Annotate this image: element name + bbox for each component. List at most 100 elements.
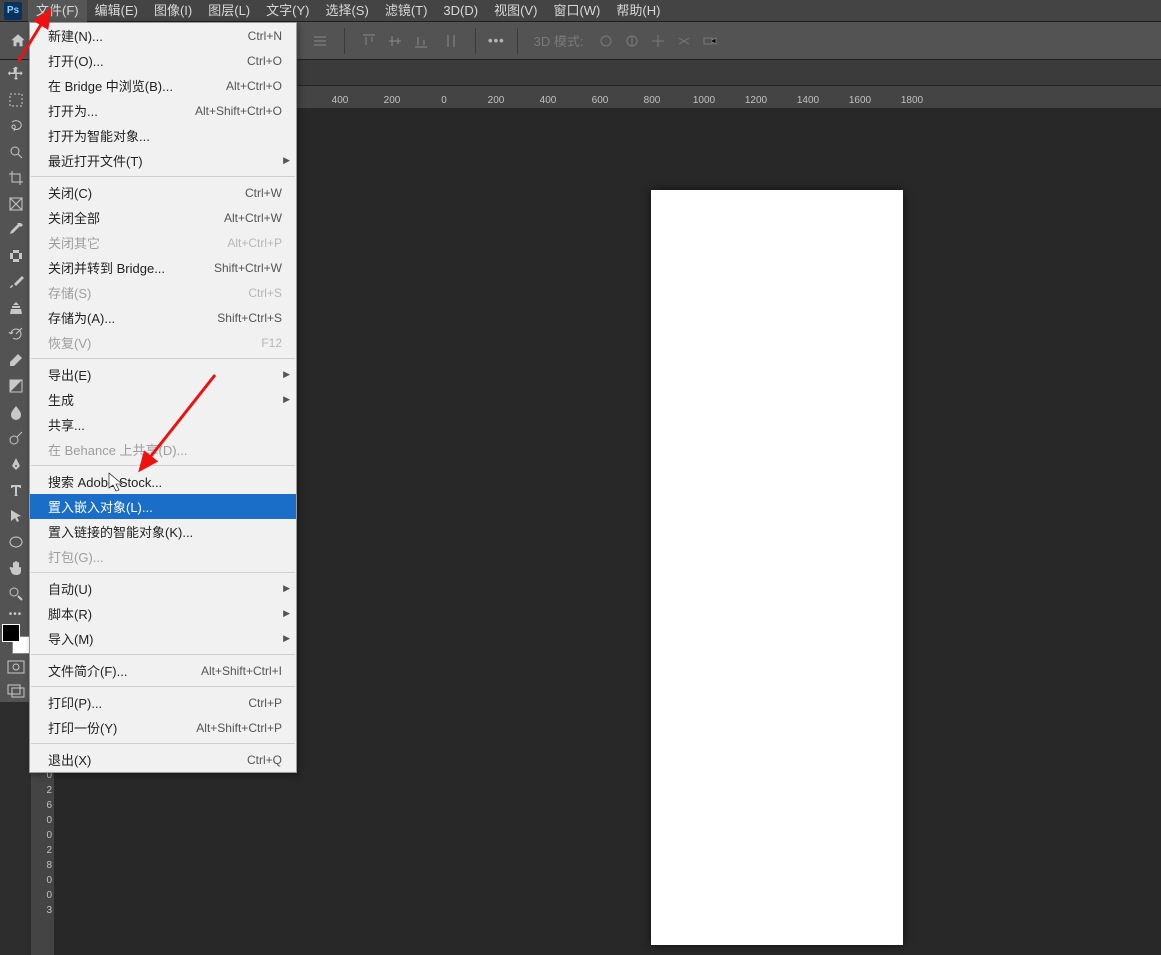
menu-item-shortcut: Alt+Shift+Ctrl+O: [195, 104, 282, 118]
menu-item-shortcut: Ctrl+N: [248, 29, 282, 43]
path-select-tool[interactable]: [3, 504, 29, 528]
menu-item[interactable]: 最近打开文件(T): [30, 148, 296, 173]
edit-toolbar-icon[interactable]: •••: [3, 608, 29, 620]
zoom-tool[interactable]: [3, 582, 29, 606]
menubar: Ps 文件(F) 编辑(E) 图像(I) 图层(L) 文字(Y) 选择(S) 滤…: [0, 0, 1161, 22]
shape-tool[interactable]: [3, 530, 29, 554]
move-tool[interactable]: [3, 62, 29, 86]
home-icon[interactable]: [6, 29, 30, 53]
dodge-tool[interactable]: [3, 426, 29, 450]
menu-item[interactable]: 导出(E): [30, 362, 296, 387]
menu-file[interactable]: 文件(F): [28, 0, 87, 22]
type-tool[interactable]: [3, 478, 29, 502]
menu-item-label: 打开为...: [48, 101, 98, 120]
menu-item-shortcut: Alt+Shift+Ctrl+I: [201, 664, 282, 678]
menu-help[interactable]: 帮助(H): [608, 0, 668, 22]
foreground-swatch[interactable]: [2, 624, 20, 642]
menu-item[interactable]: 新建(N)...Ctrl+N: [30, 23, 296, 48]
menu-item[interactable]: 置入嵌入对象(L)...: [30, 494, 296, 519]
menu-item[interactable]: 打印一份(Y)Alt+Shift+Ctrl+P: [30, 715, 296, 740]
eraser-tool[interactable]: [3, 348, 29, 372]
menu-filter[interactable]: 滤镜(T): [377, 0, 436, 22]
ruler-tick: 1200: [730, 95, 782, 108]
menu-item[interactable]: 打印(P)...Ctrl+P: [30, 690, 296, 715]
menu-item[interactable]: 关闭(C)Ctrl+W: [30, 180, 296, 205]
roll-3d-icon[interactable]: [620, 29, 644, 53]
history-brush-tool[interactable]: [3, 322, 29, 346]
ruler-tick: 0: [31, 828, 54, 843]
menu-item-shortcut: Ctrl+S: [248, 286, 282, 300]
ruler-tick: 2: [31, 843, 54, 858]
orbit-3d-icon[interactable]: [594, 29, 618, 53]
gradient-tool[interactable]: [3, 374, 29, 398]
menu-layer[interactable]: 图层(L): [200, 0, 258, 22]
mode-3d-label: 3D 模式:: [530, 31, 588, 50]
menu-view[interactable]: 视图(V): [486, 0, 545, 22]
camera-3d-icon[interactable]: [698, 29, 722, 53]
menu-item[interactable]: 存储为(A)...Shift+Ctrl+S: [30, 305, 296, 330]
quickmask-icon[interactable]: [3, 656, 29, 678]
ruler-tick: 1600: [834, 95, 886, 108]
menu-item-label: 置入链接的智能对象(K)...: [48, 522, 193, 541]
menu-item[interactable]: 打开为... Alt+Shift+Ctrl+O: [30, 98, 296, 123]
slide-3d-icon[interactable]: [672, 29, 696, 53]
distribute-v-icon[interactable]: [439, 29, 463, 53]
menu-item[interactable]: 在 Bridge 中浏览(B)...Alt+Ctrl+O: [30, 73, 296, 98]
marquee-tool[interactable]: [3, 88, 29, 112]
menu-window[interactable]: 窗口(W): [545, 0, 608, 22]
pen-tool[interactable]: [3, 452, 29, 476]
menu-item[interactable]: 打开为智能对象...: [30, 123, 296, 148]
pan-3d-icon[interactable]: [646, 29, 670, 53]
menu-item[interactable]: 退出(X)Ctrl+Q: [30, 747, 296, 772]
menu-edit[interactable]: 编辑(E): [87, 0, 146, 22]
menu-item[interactable]: 生成: [30, 387, 296, 412]
menu-item[interactable]: 关闭并转到 Bridge...Shift+Ctrl+W: [30, 255, 296, 280]
ruler-tick: 600: [574, 95, 626, 108]
distribute-icon[interactable]: [308, 29, 332, 53]
frame-tool[interactable]: [3, 192, 29, 216]
blur-tool[interactable]: [3, 400, 29, 424]
menu-item[interactable]: 文件简介(F)...Alt+Shift+Ctrl+I: [30, 658, 296, 683]
menu-item[interactable]: 关闭全部Alt+Ctrl+W: [30, 205, 296, 230]
menu-item: 关闭其它Alt+Ctrl+P: [30, 230, 296, 255]
menu-item: 在 Behance 上共享(D)...: [30, 437, 296, 462]
align-vcenter-icon[interactable]: [383, 29, 407, 53]
healing-brush-tool[interactable]: [3, 244, 29, 268]
clone-stamp-tool[interactable]: [3, 296, 29, 320]
align-top-icon[interactable]: [357, 29, 381, 53]
menu-item-label: 关闭全部: [48, 208, 100, 227]
align-bottom-icon[interactable]: [409, 29, 433, 53]
eyedropper-tool[interactable]: [3, 218, 29, 242]
menu-item-label: 打开(O)...: [48, 51, 104, 70]
menu-separator: [31, 654, 295, 655]
lasso-tool[interactable]: [3, 114, 29, 138]
toolbar: •••: [0, 60, 31, 702]
menu-image[interactable]: 图像(I): [146, 0, 200, 22]
canvas-document[interactable]: [651, 190, 903, 945]
ruler-tick: 200: [470, 95, 522, 108]
menu-3d[interactable]: 3D(D): [435, 0, 486, 22]
menu-item[interactable]: 搜索 Adobe Stock...: [30, 469, 296, 494]
menu-item-shortcut: Ctrl+Q: [247, 753, 282, 767]
quick-select-tool[interactable]: [3, 140, 29, 164]
color-swatches[interactable]: [2, 624, 30, 654]
menu-type[interactable]: 文字(Y): [258, 0, 317, 22]
crop-tool[interactable]: [3, 166, 29, 190]
menu-item-shortcut: Alt+Shift+Ctrl+P: [196, 721, 282, 735]
menu-item[interactable]: 自动(U): [30, 576, 296, 601]
menu-item[interactable]: 导入(M): [30, 626, 296, 651]
hand-tool[interactable]: [3, 556, 29, 580]
menu-item[interactable]: 置入链接的智能对象(K)...: [30, 519, 296, 544]
menu-item: 恢复(V)F12: [30, 330, 296, 355]
separator: [517, 28, 518, 54]
menu-item[interactable]: 共享...: [30, 412, 296, 437]
brush-tool[interactable]: [3, 270, 29, 294]
more-options-icon[interactable]: •••: [488, 33, 505, 48]
menu-item[interactable]: 脚本(R): [30, 601, 296, 626]
screenmode-icon[interactable]: [3, 680, 29, 702]
menu-separator: [31, 465, 295, 466]
menu-item-label: 最近打开文件(T): [48, 151, 143, 170]
ruler-tick: 0: [31, 888, 54, 903]
menu-item[interactable]: 打开(O)...Ctrl+O: [30, 48, 296, 73]
menu-select[interactable]: 选择(S): [317, 0, 376, 22]
